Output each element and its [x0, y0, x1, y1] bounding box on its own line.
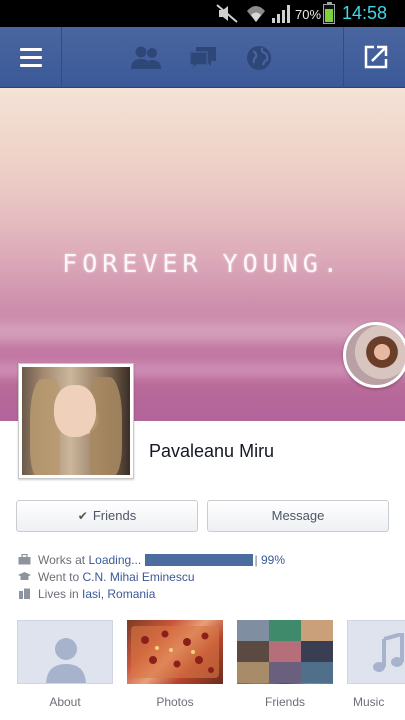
progress-bar-end: |	[254, 553, 258, 567]
music-label[interactable]: Music	[353, 695, 405, 709]
friend-photo	[301, 641, 333, 662]
friends-label[interactable]: Friends	[237, 695, 333, 709]
person-silhouette-icon	[46, 638, 86, 683]
profile-picture-detail	[30, 379, 60, 475]
work-place-link[interactable]: Loading...	[88, 553, 141, 567]
profile-picture-image	[22, 367, 130, 475]
share-button[interactable]	[343, 27, 405, 88]
residence-info: Lives in Iasi, Romania	[18, 587, 155, 601]
menu-icon-line	[20, 56, 42, 59]
home-prefix: Lives in	[38, 587, 79, 601]
friends-tile[interactable]	[237, 620, 333, 684]
wifi-icon	[247, 6, 265, 22]
work-prefix: Works at	[38, 553, 86, 567]
friends-button-label: Friends	[92, 508, 137, 523]
message-button[interactable]: Message	[207, 500, 389, 532]
share-icon	[364, 45, 388, 69]
pizza-photo-thumbnail	[131, 626, 219, 678]
music-note-icon	[373, 633, 404, 672]
home-link[interactable]: Iasi, Romania	[82, 587, 155, 601]
menu-button[interactable]	[0, 27, 62, 88]
menu-icon-line	[20, 64, 42, 67]
battery-icon	[323, 4, 335, 24]
checkmark-icon: ✔	[77, 509, 88, 523]
messages-icon[interactable]	[188, 44, 218, 72]
loading-progress-fill	[144, 554, 254, 566]
battery-percent: 70%	[295, 7, 322, 22]
friends-collage-thumbnail	[237, 620, 333, 684]
briefcase-icon	[18, 554, 31, 565]
profile-name: Pavaleanu Miru	[149, 441, 275, 461]
friend-requests-icon[interactable]	[130, 44, 162, 72]
school-link[interactable]: C.N. Mihai Eminescu	[82, 570, 194, 584]
friend-photo	[301, 662, 333, 683]
school-prefix: Went to	[38, 570, 80, 584]
photos-label[interactable]: Photos	[127, 695, 223, 709]
photos-tile[interactable]	[127, 620, 223, 684]
friend-photo	[237, 641, 269, 662]
friend-photo	[237, 620, 269, 641]
mute-icon	[216, 4, 238, 23]
menu-icon-line	[20, 48, 42, 51]
friend-photo	[237, 662, 269, 683]
about-tile[interactable]	[17, 620, 113, 684]
friend-photo	[301, 620, 333, 641]
friend-photo	[269, 641, 301, 662]
status-bar: 70% 14:58	[0, 0, 405, 27]
notifications-globe-icon[interactable]	[245, 44, 273, 72]
message-button-label: Message	[271, 508, 325, 523]
battery-level	[325, 9, 333, 22]
app-root: 70% 14:58 FOREVER YOUNG. Pavaleanu Miru …	[0, 0, 405, 720]
signal-icon	[272, 5, 290, 23]
profile-picture-detail	[54, 385, 96, 437]
music-tile[interactable]	[347, 620, 405, 684]
work-progress-percent: 99%	[261, 553, 286, 567]
top-nav-bar	[0, 27, 405, 88]
graduation-cap-icon	[18, 572, 31, 580]
friend-photo	[269, 620, 301, 641]
cover-photo-text: FOREVER YOUNG.	[62, 249, 343, 278]
about-label[interactable]: About	[17, 695, 113, 709]
profile-picture-detail	[90, 377, 122, 475]
work-info: Works at Loading... | 99%	[18, 553, 285, 567]
education-info: Went to C.N. Mihai Eminescu	[18, 570, 195, 584]
loading-progress-bar	[144, 554, 255, 566]
clock: 14:58	[342, 3, 388, 23]
circular-photo-thumbnail[interactable]	[343, 322, 405, 388]
profile-picture[interactable]	[18, 363, 134, 479]
home-icon	[19, 588, 30, 599]
friend-photo	[269, 662, 301, 683]
friends-button[interactable]: ✔ Friends	[16, 500, 198, 532]
